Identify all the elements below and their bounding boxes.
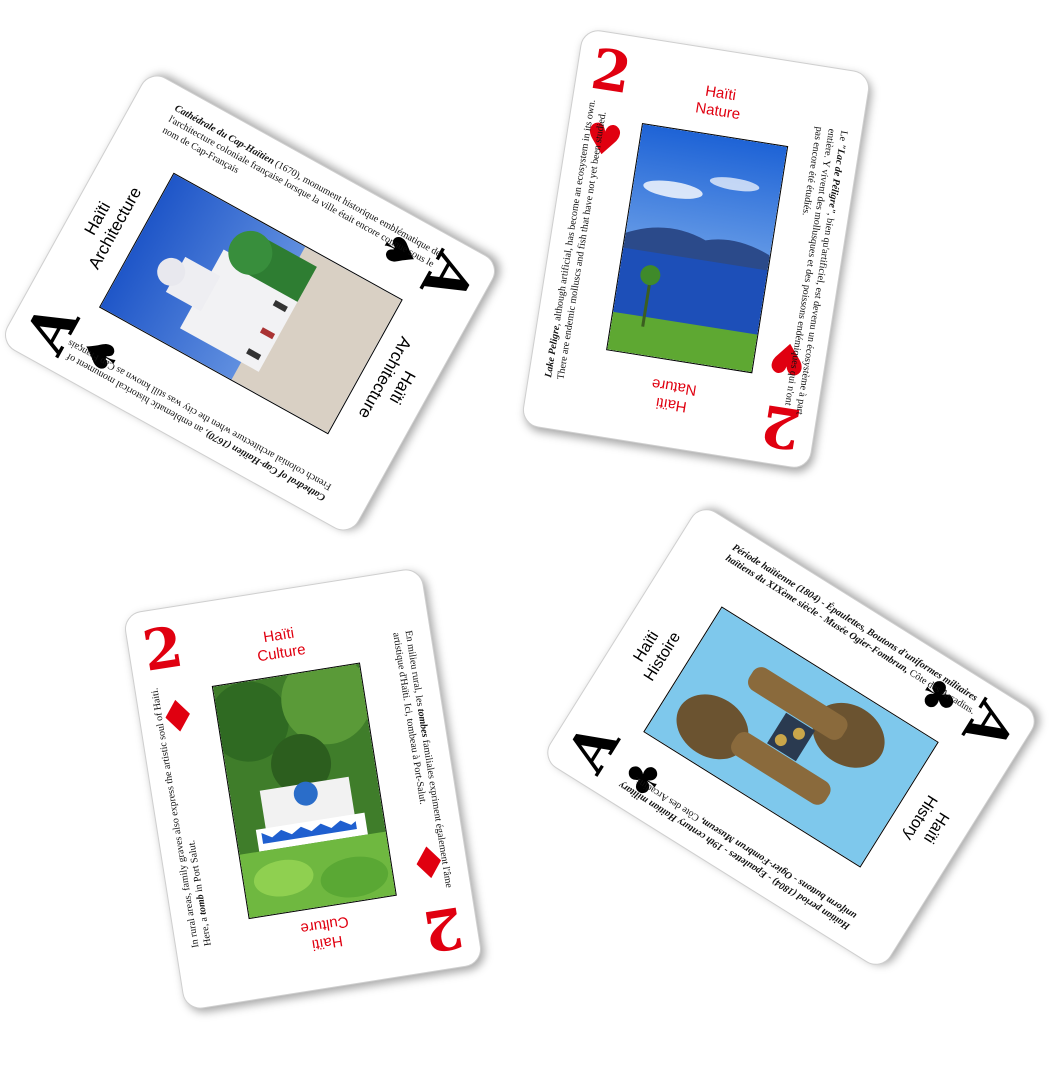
card-ace-of-clubs[interactable]: A ♣ A ♣ Haïti Histoire Haïti History Pér… <box>540 502 1042 972</box>
category-label-bottom: Haïti Nature <box>606 367 740 423</box>
tomb-photo <box>211 662 397 920</box>
tomb-image <box>211 662 396 918</box>
category-label-top: Haïti Culture <box>208 616 352 673</box>
card-ace-of-spades[interactable]: A ♠ A ♠ Haïti Architecture Haïti Archite… <box>0 69 502 537</box>
description-text: , bien qu'artificiel, est devenu un écos… <box>782 125 837 416</box>
lake-image <box>607 124 788 373</box>
card-two-of-hearts[interactable]: 2 ♥ 2 ♥ Haïti Nature Haïti Nature Le "La… <box>520 27 872 471</box>
lake-photo <box>606 123 789 374</box>
category-label-top: Haïti Nature <box>652 75 786 131</box>
description-title: Cathedral of Cap-Haïtien (1670) <box>204 428 328 504</box>
description-title: tomb <box>194 893 209 916</box>
card-two-of-diamonds[interactable]: 2 ♦ 2 ♦ Haïti Culture Haïti Culture En m… <box>122 566 484 1012</box>
description-text: familiales expriment également l'âme art… <box>390 631 455 889</box>
